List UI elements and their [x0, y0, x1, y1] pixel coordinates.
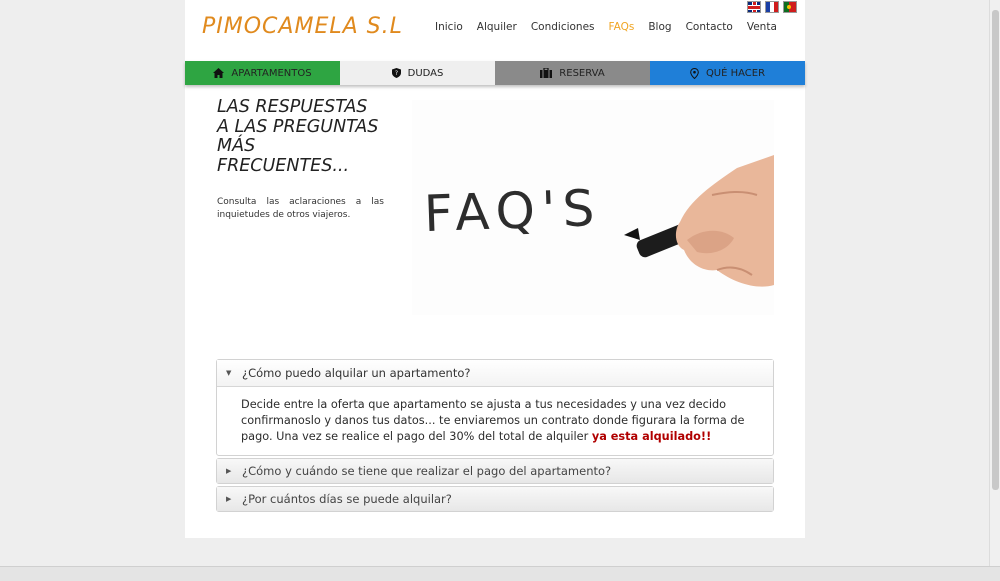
- tab-label: APARTAMENTOS: [231, 67, 312, 79]
- main-nav: Inicio Alquiler Condiciones FAQs Blog Co…: [428, 21, 784, 33]
- svg-text:?: ?: [395, 70, 398, 77]
- caret-down-icon: ▼: [226, 369, 232, 377]
- nav-faqs[interactable]: FAQs: [602, 21, 642, 33]
- window-bottom-bar: [0, 566, 1000, 581]
- hero-subtitle: Consulta las aclaraciones a las inquietu…: [217, 197, 384, 220]
- faqs-hero-image: FAQ'S: [412, 100, 774, 315]
- page-container: PIMOCAMELA S.L Inicio Alquiler Condicion…: [185, 0, 805, 538]
- hero-title: LAS RESPUESTAS A LAS PREGUNTAS MÁS FRECU…: [217, 97, 379, 176]
- faq-question-toggle[interactable]: ▼ ¿Cómo puedo alquilar un apartamento?: [217, 360, 773, 386]
- faq-question-text: ¿Por cuántos días se puede alquilar?: [242, 492, 452, 506]
- shield-icon: ?: [391, 68, 401, 78]
- tab-reserva[interactable]: RESERVA: [495, 61, 650, 85]
- tab-label: RESERVA: [559, 67, 605, 79]
- tab-label: DUDAS: [407, 67, 444, 79]
- faq-item: ▼ ¿Cómo puedo alquilar un apartamento? D…: [216, 359, 774, 456]
- flag-english-icon[interactable]: [747, 1, 761, 13]
- tab-apartamentos[interactable]: APARTAMENTOS: [185, 61, 340, 85]
- faq-item: ▶ ¿Por cuántos días se puede alquilar?: [216, 486, 774, 512]
- caret-right-icon: ▶: [226, 495, 232, 503]
- language-flags: [747, 1, 797, 13]
- faq-question-toggle[interactable]: ▶ ¿Cómo y cuándo se tiene que realizar e…: [217, 459, 773, 483]
- scrollbar-thumb[interactable]: [992, 10, 999, 490]
- nav-inicio[interactable]: Inicio: [428, 21, 470, 33]
- hand-marker-illustration: [624, 155, 774, 287]
- vertical-scrollbar[interactable]: [989, 0, 1000, 566]
- nav-venta[interactable]: Venta: [740, 21, 784, 33]
- flag-portuguese-icon[interactable]: [783, 1, 797, 13]
- tab-dudas[interactable]: ? DUDAS: [340, 61, 495, 85]
- faq-answer-highlight: ya esta alquilado!!: [591, 430, 712, 443]
- section-tabbar: APARTAMENTOS ? DUDAS RESERVA QUÉ HACER: [185, 61, 805, 85]
- faq-question-toggle[interactable]: ▶ ¿Por cuántos días se puede alquilar?: [217, 487, 773, 511]
- faq-question-text: ¿Cómo y cuándo se tiene que realizar el …: [242, 464, 612, 478]
- caret-right-icon: ▶: [226, 467, 232, 475]
- faq-answer: Decide entre la oferta que apartamento s…: [217, 386, 773, 455]
- home-icon: [213, 68, 225, 78]
- nav-condiciones[interactable]: Condiciones: [524, 21, 602, 33]
- tab-que-hacer[interactable]: QUÉ HACER: [650, 61, 805, 85]
- nav-contacto[interactable]: Contacto: [679, 21, 740, 33]
- faq-item: ▶ ¿Cómo y cuándo se tiene que realizar e…: [216, 458, 774, 484]
- faq-question-text: ¿Cómo puedo alquilar un apartamento?: [242, 366, 471, 380]
- flag-french-icon[interactable]: [765, 1, 779, 13]
- nav-blog[interactable]: Blog: [641, 21, 678, 33]
- logo-text: PIMOCAMELA S.L: [202, 14, 403, 39]
- faq-accordion: ▼ ¿Cómo puedo alquilar un apartamento? D…: [216, 359, 774, 514]
- nav-alquiler[interactable]: Alquiler: [470, 21, 524, 33]
- site-logo[interactable]: PIMOCAMELA S.L: [202, 14, 403, 42]
- briefcase-icon: [540, 68, 553, 78]
- tab-label: QUÉ HACER: [705, 67, 766, 79]
- map-pin-icon: [690, 67, 699, 79]
